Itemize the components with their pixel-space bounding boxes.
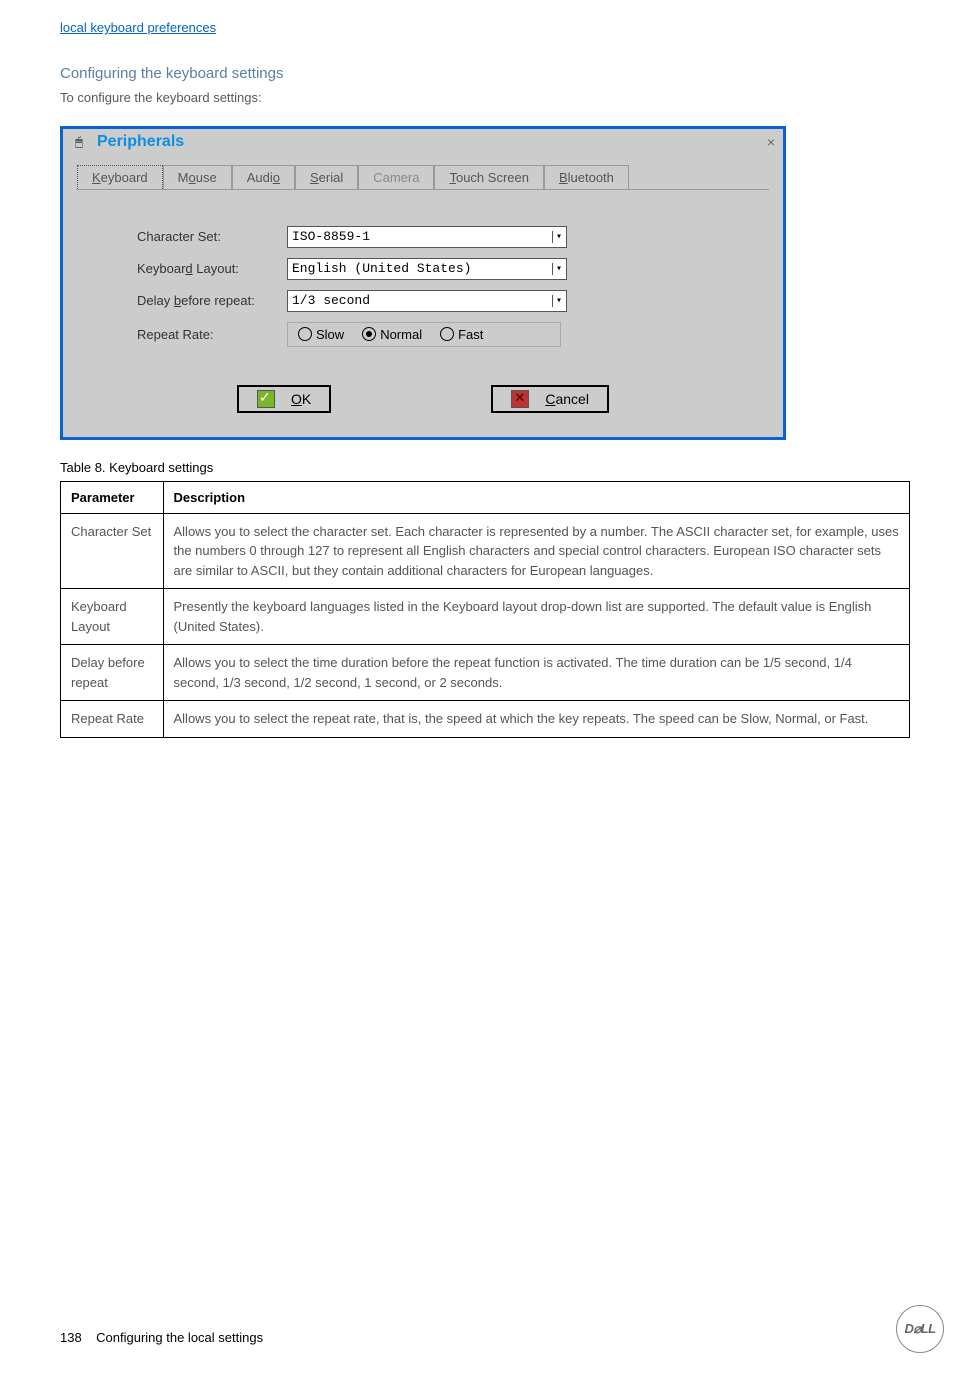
delay-dropdown[interactable]: 1/3 second ▾ — [287, 290, 567, 312]
rate-label: Repeat Rate: — [137, 327, 287, 342]
tab-mouse[interactable]: Mouse — [163, 165, 232, 189]
table-row: Repeat Rate Allows you to select the rep… — [61, 701, 910, 738]
cell-desc: Allows you to select the repeat rate, th… — [163, 701, 910, 738]
tab-serial[interactable]: Serial — [295, 165, 358, 189]
dialog-title: Peripherals — [97, 133, 767, 151]
cell-param: Repeat Rate — [61, 701, 164, 738]
radio-fast[interactable]: Fast — [440, 327, 483, 342]
rate-radio-group: Slow Normal Fast — [287, 322, 561, 347]
cell-param: Character Set — [61, 513, 164, 589]
check-icon — [257, 390, 275, 408]
tab-keyboard[interactable]: Keyboard — [77, 165, 163, 189]
tab-touchscreen[interactable]: Touch Screen — [434, 165, 544, 189]
layout-value: English (United States) — [292, 261, 471, 276]
tab-bar: Keyboard Mouse Audio Serial Camera Touch… — [77, 165, 769, 190]
tab-bluetooth[interactable]: Bluetooth — [544, 165, 629, 189]
table-row: Delay before repeat Allows you to select… — [61, 645, 910, 701]
table-row: Keyboard Layout Presently the keyboard l… — [61, 589, 910, 645]
th-parameter: Parameter — [61, 481, 164, 513]
table-row: Character Set Allows you to select the c… — [61, 513, 910, 589]
intro-text: To configure the keyboard settings: — [60, 88, 910, 108]
chevron-down-icon: ▾ — [552, 295, 562, 307]
x-icon — [511, 390, 529, 408]
dell-logo: D⌀LL — [896, 1305, 944, 1353]
layout-label: Keyboard Layout: — [137, 261, 287, 276]
page-footer: 138 Configuring the local settings — [60, 1330, 263, 1345]
delay-value: 1/3 second — [292, 293, 370, 308]
table-caption: Table 8. Keyboard settings — [60, 460, 910, 475]
charset-label: Character Set: — [137, 229, 287, 244]
th-description: Description — [163, 481, 910, 513]
layout-dropdown[interactable]: English (United States) ▾ — [287, 258, 567, 280]
cancel-button[interactable]: Cancel — [491, 385, 609, 413]
cell-desc: Allows you to select the character set. … — [163, 513, 910, 589]
delay-label: Delay before repeat: — [137, 293, 287, 308]
top-link[interactable]: local keyboard preferences — [60, 20, 910, 35]
settings-table: Parameter Description Character Set Allo… — [60, 481, 910, 738]
cell-param: Delay before repeat — [61, 645, 164, 701]
close-icon[interactable]: × — [767, 134, 775, 150]
chevron-down-icon: ▾ — [552, 263, 562, 275]
charset-value: ISO-8859-1 — [292, 229, 370, 244]
peripherals-dialog: 🖱 Peripherals × Keyboard Mouse Audio Ser… — [60, 126, 786, 440]
cell-param: Keyboard Layout — [61, 589, 164, 645]
charset-dropdown[interactable]: ISO-8859-1 ▾ — [287, 226, 567, 248]
cell-desc: Allows you to select the time duration b… — [163, 645, 910, 701]
ok-button[interactable]: OK — [237, 385, 331, 413]
radio-normal[interactable]: Normal — [362, 327, 422, 342]
chevron-down-icon: ▾ — [552, 231, 562, 243]
mouse-icon: 🖱 — [71, 134, 87, 150]
cell-desc: Presently the keyboard languages listed … — [163, 589, 910, 645]
radio-slow[interactable]: Slow — [298, 327, 344, 342]
section-heading: Configuring the keyboard settings — [60, 65, 910, 82]
tab-audio[interactable]: Audio — [232, 165, 295, 189]
tab-camera[interactable]: Camera — [358, 165, 434, 189]
